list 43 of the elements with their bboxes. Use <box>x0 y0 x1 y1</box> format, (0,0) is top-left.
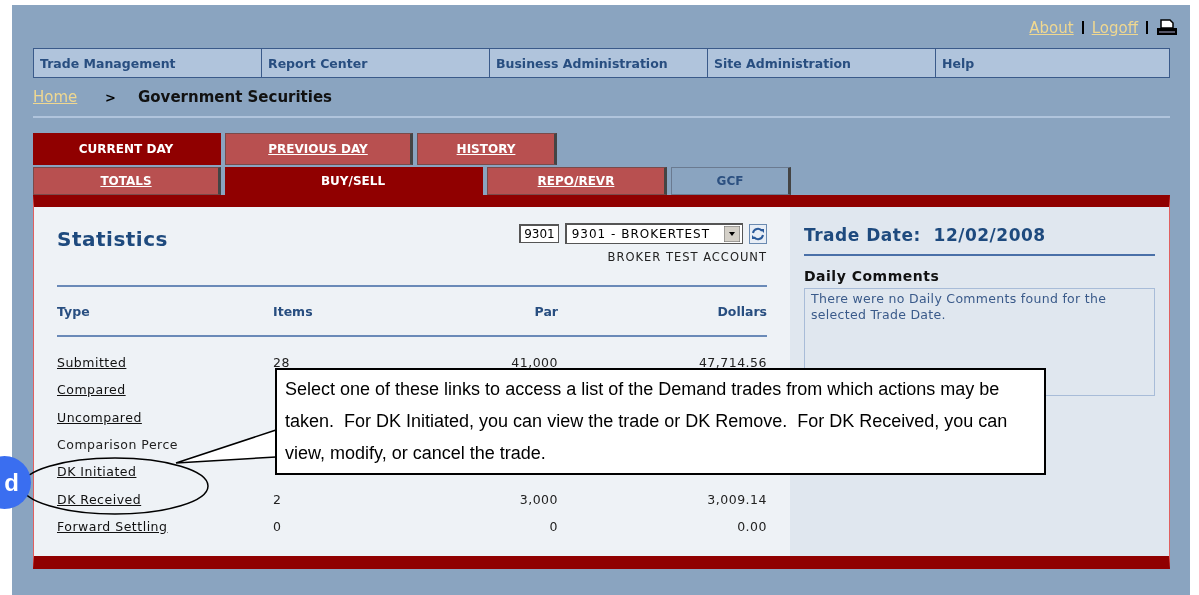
table-cell: 2 <box>273 491 282 507</box>
tab[interactable]: REPO/REVR <box>487 167 667 195</box>
table-cell: 41,000 <box>511 355 558 371</box>
account-code-field[interactable]: 9301 <box>519 224 559 243</box>
breadcrumb-separator: > <box>105 89 117 105</box>
table-cell: 47,714.56 <box>698 355 767 371</box>
statistic-link[interactable]: DK Received <box>57 491 142 507</box>
account-name: BROKER TEST ACCOUNT <box>607 250 767 264</box>
table-cell: 0 <box>549 518 558 534</box>
column-header: Par <box>533 303 558 319</box>
dropdown-arrow-icon <box>724 226 740 242</box>
section-title: Statistics <box>57 227 168 253</box>
statistic-link[interactable]: Forward Settling <box>57 518 168 534</box>
tab[interactable]: PREVIOUS DAY <box>225 133 413 165</box>
table-cell: 0.00 <box>737 518 767 534</box>
comments-title: Daily Comments <box>804 268 941 284</box>
nav-menu-item[interactable]: Help <box>936 49 1169 77</box>
statistic-link[interactable]: Uncompared <box>57 409 142 425</box>
nav-menu-item[interactable]: Site Administration <box>708 49 936 77</box>
table-cell: 0 <box>273 518 282 534</box>
tab[interactable]: CURRENT DAY <box>33 133 221 165</box>
callout-note: Select one of these links to access a list of the Demand trades from which actions may be taken. For DK Initiated, you can view the trade or DK Remove. For DK Received, you can view, modify, or cancel the trade. <box>275 368 1046 475</box>
statistic-label: Comparison Perce <box>57 437 179 453</box>
column-header: Type <box>57 303 91 319</box>
refresh-icon[interactable] <box>749 223 767 244</box>
column-header: Items <box>273 303 314 319</box>
tab[interactable]: HISTORY <box>417 133 557 165</box>
printer-icon[interactable] <box>1156 18 1178 37</box>
table-cell: 3,009.14 <box>707 491 767 507</box>
account-dropdown[interactable]: 9301 - BROKERTEST <box>564 223 743 244</box>
nav-menu-item[interactable]: Business Administration <box>490 49 708 77</box>
nav-menu-item[interactable]: Report Center <box>262 49 490 77</box>
nav-menu-item[interactable]: Trade Management <box>34 49 262 77</box>
statistic-link[interactable]: Compared <box>57 382 126 398</box>
trade-date-heading: Trade Date: 12/02/2008 <box>804 225 1047 245</box>
tab[interactable]: BUY/SELL <box>225 167 483 195</box>
table-cell: 3,000 <box>519 491 558 507</box>
statistic-link[interactable]: DK Initiated <box>57 464 137 480</box>
statistic-link[interactable]: Submitted <box>57 355 127 371</box>
breadcrumb-current: Government Securities <box>138 88 333 106</box>
column-header: Dollars <box>716 303 767 319</box>
table-cell: 28 <box>273 355 290 371</box>
tab[interactable]: TOTALS <box>33 167 221 195</box>
